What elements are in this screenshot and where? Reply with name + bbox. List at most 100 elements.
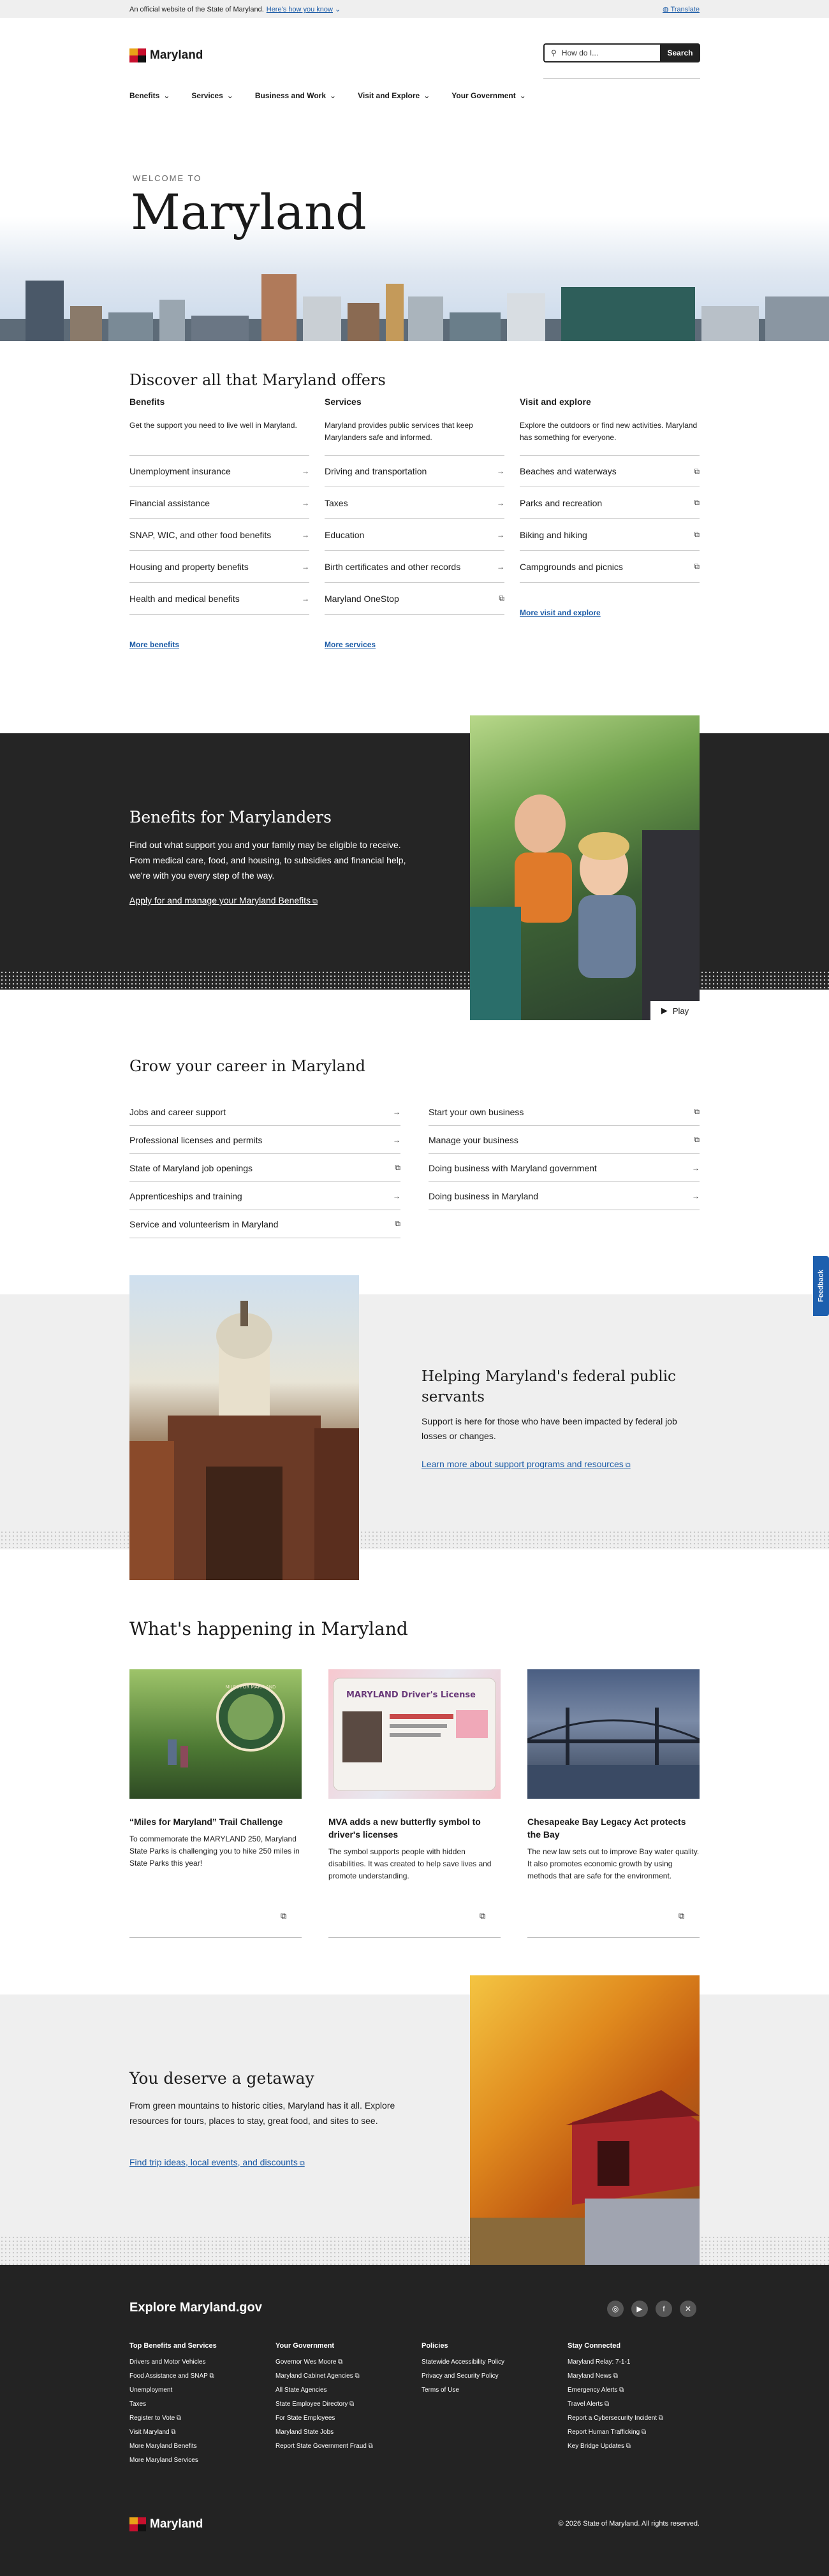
discover-link[interactable]: Birth certificates and other records → [325,551,504,583]
nav-services[interactable]: Services ⌄ [191,91,233,100]
footer-logo[interactable]: Maryland [129,2517,203,2531]
footer-link[interactable]: Report State Government Fraud ⧉ [275,2440,416,2454]
column-heading: Benefits [129,397,165,407]
getaway-link[interactable]: Find trip ideas, local events, and disco… [129,2157,305,2168]
more-benefits-link[interactable]: More benefits [129,640,179,649]
footer-link[interactable]: Key Bridge Updates ⧉ [568,2440,708,2454]
footer-link[interactable]: More Maryland Services [129,2454,270,2468]
link-label: Learn more about support programs and re… [422,1459,624,1469]
discover-link[interactable]: Unemployment insurance → [129,455,309,487]
more-visit-link[interactable]: More visit and explore [520,608,601,617]
news-card[interactable]: Chesapeake Bay Legacy Act protects the B… [527,1669,700,1882]
footer-link[interactable]: Food Assistance and SNAP ⧉ [129,2369,270,2383]
youtube-icon[interactable]: ▶ [631,2301,648,2317]
discover-link[interactable]: Housing and property benefits → [129,551,309,583]
career-link[interactable]: Manage your business ⧉ [429,1126,700,1154]
footer-link[interactable]: All State Agencies [275,2383,416,2397]
nav-visit-and-explore[interactable]: Visit and Explore ⌄ [358,91,430,100]
career-link[interactable]: Professional licenses and permits → [129,1126,400,1154]
footer-link[interactable]: Drivers and Motor Vehicles [129,2355,270,2369]
feedback-tab[interactable]: Feedback [813,1256,829,1316]
card-title: “Miles for Maryland” Trail Challenge [129,1817,283,1827]
bay-bridge-photo [527,1669,700,1799]
discover-link[interactable]: SNAP, WIC, and other food benefits → [129,519,309,551]
career-link[interactable]: Doing business in Maryland → [429,1182,700,1210]
footer-link[interactable]: Visit Maryland ⧉ [129,2426,270,2440]
footer-link[interactable]: State Employee Directory ⧉ [275,2397,416,2411]
footer-column-benefits: Top Benefits and Services Drivers and Mo… [129,2339,270,2468]
skyline-image [0,274,829,341]
search-button[interactable]: Search [660,43,700,62]
kids-on-bus-video[interactable] [470,715,700,1020]
discover-link[interactable]: Parks and recreation ⧉ [520,487,700,519]
dot-pattern [0,970,829,990]
footer-link[interactable]: Taxes [129,2397,270,2411]
discover-link[interactable]: Driving and transportation → [325,455,504,487]
footer-link[interactable]: Maryland News ⧉ [568,2369,708,2383]
footer-link[interactable]: Travel Alerts ⧉ [568,2397,708,2411]
external-link-icon[interactable]: ⧉ [679,1911,684,1921]
external-link-icon[interactable]: ⧉ [480,1911,485,1921]
external-link-icon: ⧉ [207,2373,214,2380]
footer-link[interactable]: Statewide Accessibility Policy [422,2355,562,2369]
link-label: Service and volunteerism in Maryland [129,1218,279,1229]
career-title: Grow your career in Maryland [129,1057,366,1075]
nav-business-and-work[interactable]: Business and Work ⌄ [255,91,336,100]
card-text: The new law sets out to improve Bay wate… [527,1847,700,1880]
career-link[interactable]: Service and volunteerism in Maryland ⧉ [129,1210,400,1238]
footer-link[interactable]: Report Human Trafficking ⧉ [568,2426,708,2440]
site-logo[interactable]: Maryland [129,48,203,62]
discover-link[interactable]: Beaches and waterways ⧉ [520,455,700,487]
benefits-apply-link[interactable]: Apply for and manage your Maryland Benef… [129,895,318,906]
external-link-icon[interactable]: ⧉ [281,1911,286,1921]
federal-text: Support is here for those who have been … [422,1416,677,1441]
discover-link[interactable]: Education → [325,519,504,551]
career-link[interactable]: Jobs and career support → [129,1098,400,1126]
footer-link[interactable]: Maryland Relay: 7-1-1 [568,2355,708,2369]
how-you-know-link[interactable]: Here's how you know [267,6,333,13]
search-input[interactable]: ⚲ How do I... [543,43,660,62]
nav-your-government[interactable]: Your Government ⌄ [451,91,526,100]
chevron-down-icon: ⌄ [330,91,337,100]
getaway-title: You deserve a getaway [129,2069,314,2088]
instagram-icon[interactable]: ◎ [607,2301,624,2317]
nav-benefits[interactable]: Benefits ⌄ [129,91,170,100]
play-button[interactable]: ▶ Play [650,1001,700,1020]
footer-link[interactable]: Unemployment [129,2383,270,2397]
footer-link[interactable]: More Maryland Benefits [129,2440,270,2454]
career-link[interactable]: State of Maryland job openings ⧉ [129,1154,400,1182]
news-card[interactable]: MILES FOR MARYLAND “Miles for Maryland” … [129,1669,302,1870]
discover-link[interactable]: Campgrounds and picnics ⧉ [520,551,700,583]
benefits-title: Benefits for Marylanders [129,808,332,826]
facebook-icon[interactable]: f [656,2301,672,2317]
career-link[interactable]: Start your own business ⧉ [429,1098,700,1126]
discover-link[interactable]: Financial assistance → [129,487,309,519]
discover-link[interactable]: Maryland OneStop ⧉ [325,583,504,615]
career-link[interactable]: Apprenticeships and training → [129,1182,400,1210]
federal-title: Helping Maryland's federal public servan… [422,1368,676,1405]
career-link[interactable]: Doing business with Maryland government → [429,1154,700,1182]
x-icon[interactable]: ✕ [680,2301,696,2317]
link-label: Maryland State Jobs [275,2429,334,2436]
external-link-icon: ⧉ [348,2401,355,2408]
discover-link[interactable]: Biking and hiking ⧉ [520,519,700,551]
discover-link[interactable]: Taxes → [325,487,504,519]
footer-link[interactable]: Privacy and Security Policy [422,2369,562,2383]
footer-link[interactable]: For State Employees [275,2411,416,2426]
footer-link[interactable]: Emergency Alerts ⧉ [568,2383,708,2397]
external-link-icon: ⧉ [611,2373,618,2380]
footer-link[interactable]: Report a Cybersecurity Incident ⧉ [568,2411,708,2426]
state-house-image [129,1301,359,1580]
discover-link[interactable]: Health and medical benefits → [129,583,309,615]
news-card[interactable]: MARYLAND Driver's License MVA adds a new… [328,1669,501,1882]
footer-link[interactable]: Register to Vote ⧉ [129,2411,270,2426]
footer-link[interactable]: Terms of Use [422,2383,562,2397]
link-label: Manage your business [429,1134,518,1145]
footer-link[interactable]: Maryland Cabinet Agencies ⧉ [275,2369,416,2383]
federal-support-link[interactable]: Learn more about support programs and re… [422,1459,631,1470]
card-divider [129,1937,302,1938]
footer-link[interactable]: Maryland State Jobs [275,2426,416,2440]
footer-link[interactable]: Governor Wes Moore ⧉ [275,2355,416,2369]
more-services-link[interactable]: More services [325,640,376,649]
translate-link[interactable]: ◍ Translate [663,5,700,13]
